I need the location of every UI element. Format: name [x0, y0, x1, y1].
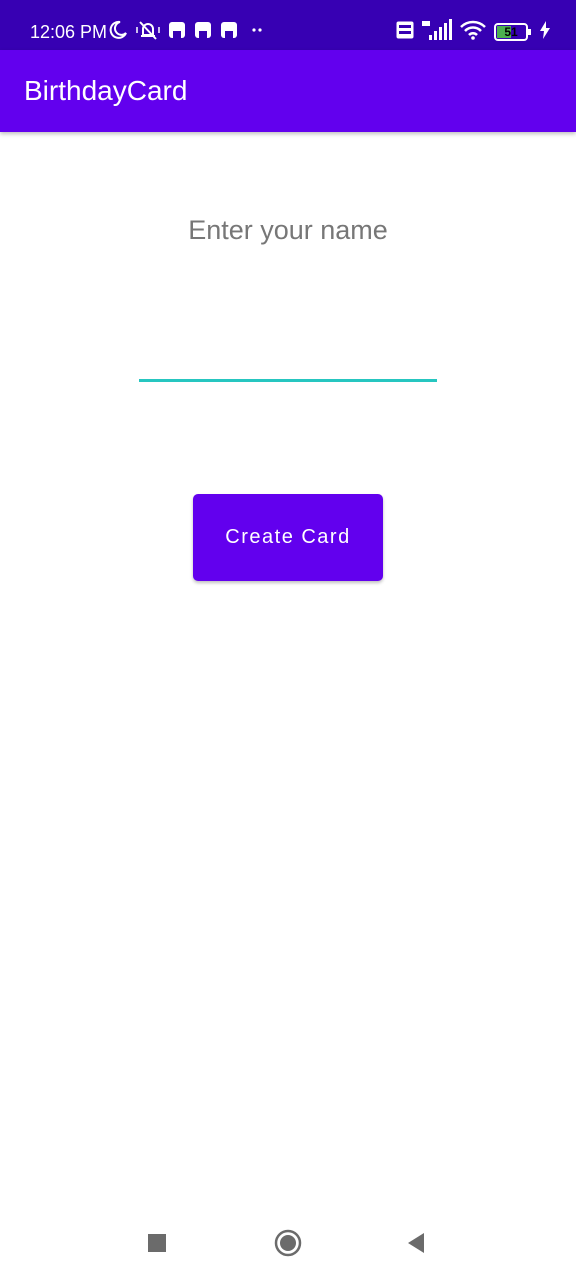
app-notification-icon [168, 21, 186, 44]
signal-4g-icon [422, 18, 452, 46]
recent-apps-button[interactable] [139, 1227, 175, 1263]
app-notification-icon [194, 21, 212, 44]
back-icon [406, 1232, 426, 1259]
main-content: Create Card [0, 132, 576, 1210]
wifi-icon [460, 20, 486, 45]
app-bar: BirthdayCard [0, 50, 576, 132]
status-time: 12:06 PM [30, 22, 108, 42]
recent-apps-icon [148, 1233, 166, 1257]
back-button[interactable] [398, 1227, 434, 1263]
notifications-muted-icon [136, 19, 160, 46]
create-card-button[interactable]: Create Card [193, 494, 383, 581]
home-icon [274, 1229, 302, 1262]
name-input[interactable] [139, 202, 437, 382]
battery-level-text: 51 [504, 25, 518, 39]
more-dots-icon [246, 21, 268, 44]
charging-icon [540, 20, 550, 44]
navigation-bar [0, 1210, 576, 1280]
app-title: BirthdayCard [24, 75, 188, 106]
status-right-icons: 51 [396, 18, 550, 46]
home-button[interactable] [270, 1227, 306, 1263]
volte-icon [396, 21, 414, 44]
moon-icon [108, 20, 128, 45]
battery-icon: 51 [494, 23, 532, 41]
status-left-icons [108, 19, 268, 46]
status-bar: 12:06 PM 51 [0, 0, 576, 50]
app-notification-icon [220, 21, 238, 44]
